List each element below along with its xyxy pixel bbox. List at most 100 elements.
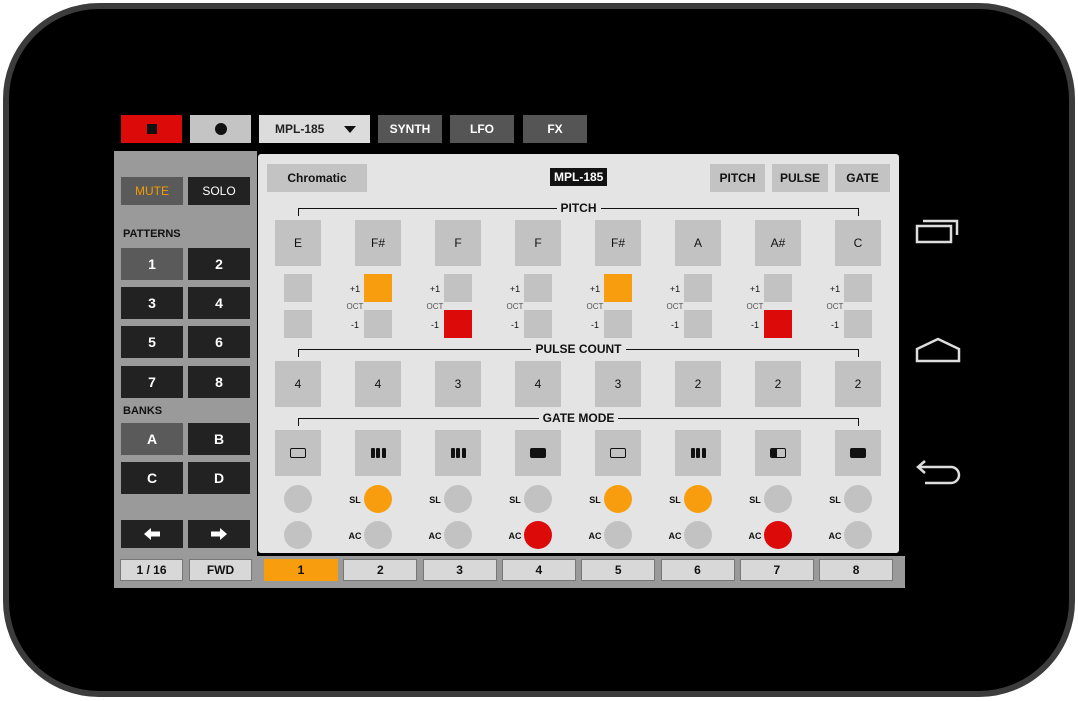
accent-toggle[interactable] [524,521,552,549]
slide-toggle[interactable] [604,485,632,513]
gate-mode-5[interactable] [595,430,641,476]
oct-down-toggle[interactable] [844,310,872,338]
pulse-count-5[interactable]: 3 [595,361,641,407]
gate-mode-6[interactable] [675,430,721,476]
stop-button[interactable] [121,115,182,143]
gate-mode-8[interactable] [835,430,881,476]
pulse-count-2[interactable]: 4 [355,361,401,407]
gate-mode-1[interactable] [275,430,321,476]
pitch-key-5[interactable]: F# [595,220,641,266]
gate-section-label: GATE MODE [258,411,899,425]
pitch-key-7[interactable]: A# [755,220,801,266]
pitch-key-4[interactable]: F [515,220,561,266]
recent-apps-icon[interactable] [915,218,961,244]
solo-button[interactable]: SOLO [188,177,250,205]
pitch-key-8[interactable]: C [835,220,881,266]
slide-toggle[interactable] [364,485,392,513]
tab-synth[interactable]: SYNTH [378,115,442,143]
oct-up-toggle[interactable] [284,274,312,302]
oct-up-toggle[interactable] [844,274,872,302]
pattern-title: MPL-185 [550,168,608,186]
pattern-button-3[interactable]: 3 [121,287,183,319]
pulse-count-8[interactable]: 2 [835,361,881,407]
accent-toggle[interactable] [684,521,712,549]
scale-button[interactable]: Chromatic [267,164,367,192]
pattern-button-5[interactable]: 5 [121,326,183,358]
pulse-count-4[interactable]: 4 [515,361,561,407]
mute-button[interactable]: MUTE [121,177,183,205]
oct-down-toggle[interactable] [364,310,392,338]
pitch-key-6[interactable]: A [675,220,721,266]
bank-button-b[interactable]: B [188,423,250,455]
banks-label: BANKS [123,405,163,417]
pattern-button-7[interactable]: 7 [121,366,183,398]
oct-down-toggle[interactable] [764,310,792,338]
pulse-mode-button[interactable]: PULSE [772,164,828,192]
oct-up-toggle[interactable] [364,274,392,302]
preset-dropdown[interactable]: MPL-185 [259,115,370,143]
prev-button[interactable] [121,520,183,548]
bank-button-a[interactable]: A [121,423,183,455]
accent-toggle[interactable] [284,521,312,549]
accent-toggle[interactable] [364,521,392,549]
gate-hold-icon [850,448,866,458]
tab-lfo[interactable]: LFO [450,115,514,143]
pulse-count-7[interactable]: 2 [755,361,801,407]
tab-fx[interactable]: FX [523,115,587,143]
rate-button[interactable]: 1 / 16 [120,559,183,581]
slide-toggle[interactable] [524,485,552,513]
gate-mode-button[interactable]: GATE [835,164,890,192]
oct-down-toggle[interactable] [444,310,472,338]
oct-down-toggle[interactable] [604,310,632,338]
gate-mode-4[interactable] [515,430,561,476]
step-button-6[interactable]: 6 [660,559,735,581]
direction-button[interactable]: FWD [189,559,252,581]
bank-button-c[interactable]: C [121,462,183,494]
back-icon[interactable] [915,456,965,486]
slide-toggle[interactable] [844,485,872,513]
slide-toggle[interactable] [284,485,312,513]
pulse-count-1[interactable]: 4 [275,361,321,407]
pulse-count-6[interactable]: 2 [675,361,721,407]
gate-mode-7[interactable] [755,430,801,476]
record-button[interactable] [190,115,251,143]
accent-toggle[interactable] [764,521,792,549]
record-icon [214,123,227,135]
pitch-key-2[interactable]: F# [355,220,401,266]
pitch-mode-button[interactable]: PITCH [710,164,765,192]
oct-up-toggle[interactable] [524,274,552,302]
oct-up-toggle[interactable] [764,274,792,302]
slide-toggle[interactable] [764,485,792,513]
gate-mode-2[interactable] [355,430,401,476]
step-button-3[interactable]: 3 [422,559,497,581]
accent-toggle[interactable] [844,521,872,549]
pitch-key-1[interactable]: E [275,220,321,266]
oct-down-toggle[interactable] [524,310,552,338]
accent-toggle[interactable] [604,521,632,549]
pattern-button-6[interactable]: 6 [188,326,250,358]
step-button-1[interactable]: 1 [264,559,338,581]
pattern-button-1[interactable]: 1 [121,248,183,280]
step-button-7[interactable]: 7 [739,559,814,581]
pitch-key-3[interactable]: F [435,220,481,266]
step-button-8[interactable]: 8 [819,559,894,581]
accent-toggle[interactable] [444,521,472,549]
home-icon[interactable] [915,336,961,364]
pattern-button-4[interactable]: 4 [188,287,250,319]
gate-mode-3[interactable] [435,430,481,476]
step-button-4[interactable]: 4 [501,559,576,581]
slide-toggle[interactable] [684,485,712,513]
pulse-count-3[interactable]: 3 [435,361,481,407]
oct-up-toggle[interactable] [604,274,632,302]
slide-toggle[interactable] [444,485,472,513]
step-button-2[interactable]: 2 [343,559,418,581]
step-button-5[interactable]: 5 [581,559,656,581]
bank-button-d[interactable]: D [188,462,250,494]
next-button[interactable] [188,520,250,548]
pattern-button-8[interactable]: 8 [188,366,250,398]
pattern-button-2[interactable]: 2 [188,248,250,280]
oct-down-toggle[interactable] [284,310,312,338]
oct-up-toggle[interactable] [444,274,472,302]
oct-down-toggle[interactable] [684,310,712,338]
oct-up-toggle[interactable] [684,274,712,302]
